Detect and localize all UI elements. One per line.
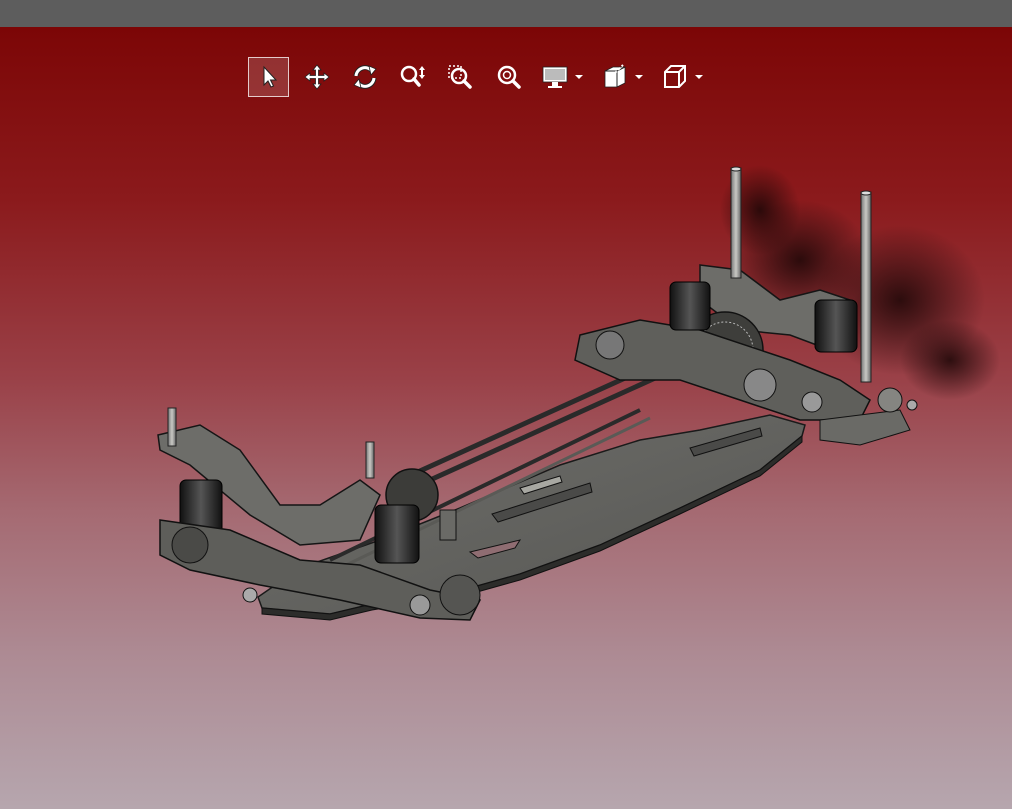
chevron-down-icon	[695, 75, 703, 79]
display-mode-icon	[542, 66, 568, 88]
window-title-bar	[0, 0, 1012, 27]
rotate-icon	[353, 65, 377, 89]
view-toolbar	[248, 56, 717, 98]
rotate-tool-button[interactable]	[345, 57, 385, 97]
select-arrow-icon	[263, 65, 277, 88]
zoom-fit-button[interactable]	[489, 57, 529, 97]
display-mode-button[interactable]	[537, 57, 587, 97]
zoom-window-icon	[448, 65, 472, 89]
chassis-model[interactable]	[0, 27, 1012, 809]
section-view-button[interactable]	[597, 57, 647, 97]
view-orientation-button[interactable]	[657, 57, 707, 97]
chevron-down-icon	[635, 75, 643, 79]
select-tool-button[interactable]	[248, 57, 289, 97]
view-cube-icon	[664, 65, 686, 88]
3d-viewport[interactable]	[0, 27, 1012, 809]
pan-move-icon	[304, 64, 330, 90]
pan-tool-button[interactable]	[297, 57, 337, 97]
zoom-window-button[interactable]	[441, 57, 481, 97]
zoom-tool-button[interactable]	[393, 57, 433, 97]
section-view-icon	[604, 64, 626, 88]
chevron-down-icon	[575, 75, 583, 79]
zoom-fit-icon	[497, 65, 521, 89]
zoom-icon	[400, 65, 425, 87]
